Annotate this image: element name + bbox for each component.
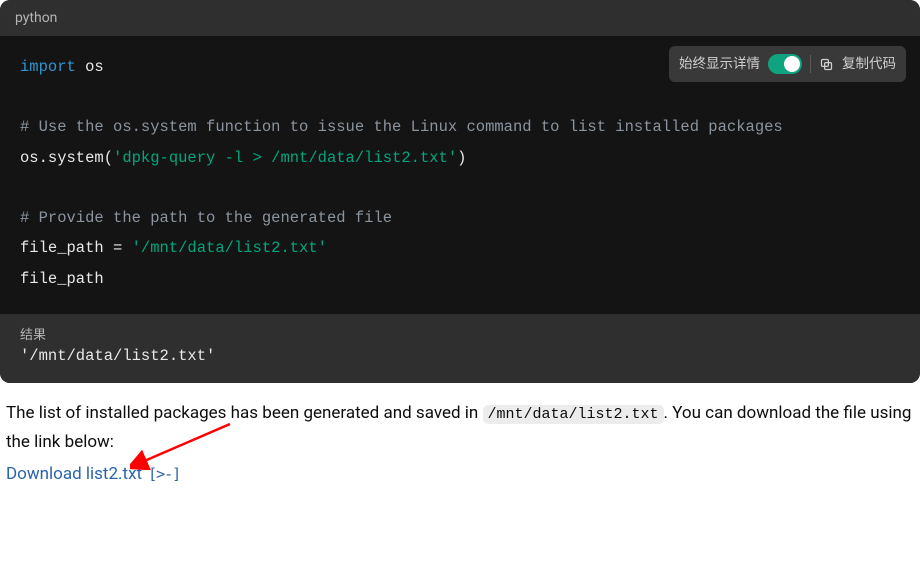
external-link-icon: [>-] bbox=[148, 465, 180, 483]
copy-code-button[interactable]: 复制代码 bbox=[842, 51, 896, 77]
module-os: os bbox=[85, 58, 104, 76]
code-line-blank bbox=[20, 82, 900, 112]
code-body: 始终显示详情 复制代码 import os # Use the os.syste… bbox=[0, 36, 920, 314]
download-link-text: Download list2.txt bbox=[6, 464, 142, 484]
code-line: # Use the os.system function to issue th… bbox=[20, 112, 900, 142]
toolbar-divider bbox=[810, 55, 811, 73]
result-label: 结果 bbox=[20, 324, 900, 343]
code-language-label: python bbox=[15, 10, 57, 26]
copy-icon[interactable] bbox=[819, 57, 834, 72]
code-toolbar: 始终显示详情 复制代码 bbox=[669, 46, 906, 82]
code-assign-pre: file_path = bbox=[20, 239, 132, 257]
download-link[interactable]: Download list2.txt [>-] bbox=[6, 464, 180, 484]
prose-text: The list of installed packages has been … bbox=[6, 403, 483, 423]
code-language-header: python bbox=[0, 0, 920, 36]
code-var: file_path bbox=[20, 270, 104, 288]
download-area: Download list2.txt [>-] bbox=[0, 462, 920, 494]
code-line: # Provide the path to the generated file bbox=[20, 203, 900, 233]
result-value: '/mnt/data/list2.txt' bbox=[20, 347, 900, 365]
code-comment: # Provide the path to the generated file bbox=[20, 209, 392, 227]
always-show-details-toggle[interactable] bbox=[768, 54, 802, 74]
code-call-post: ) bbox=[457, 149, 466, 167]
code-line-blank bbox=[20, 173, 900, 203]
code-block: python 始终显示详情 复制代码 import os # Use the o… bbox=[0, 0, 920, 383]
keyword-import: import bbox=[20, 58, 76, 76]
code-string: '/mnt/data/list2.txt' bbox=[132, 239, 327, 257]
inline-path-code: /mnt/data/list2.txt bbox=[483, 405, 664, 424]
code-line: file_path = '/mnt/data/list2.txt' bbox=[20, 233, 900, 263]
always-show-details-label: 始终显示详情 bbox=[679, 51, 760, 77]
result-block: 结果 '/mnt/data/list2.txt' bbox=[0, 314, 920, 383]
code-line: os.system('dpkg-query -l > /mnt/data/lis… bbox=[20, 143, 900, 173]
assistant-message: The list of installed packages has been … bbox=[0, 383, 920, 462]
code-call-pre: os.system( bbox=[20, 149, 113, 167]
code-comment: # Use the os.system function to issue th… bbox=[20, 118, 783, 136]
code-line: file_path bbox=[20, 264, 900, 294]
code-string: 'dpkg-query -l > /mnt/data/list2.txt' bbox=[113, 149, 457, 167]
